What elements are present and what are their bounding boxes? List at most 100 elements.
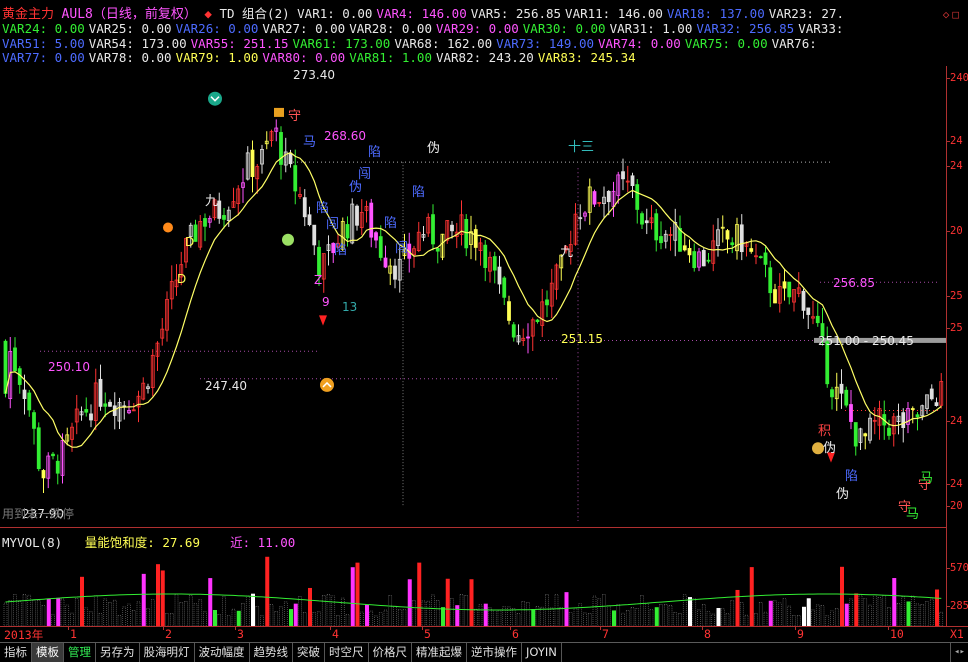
toolbar-tab[interactable]: 精准起爆	[412, 643, 467, 662]
month-tick	[510, 626, 511, 630]
volume-bar	[516, 613, 521, 626]
candle-body	[307, 214, 312, 226]
td-label[interactable]: TD	[219, 6, 234, 21]
price-range-label: 251.00 - 250.45	[818, 334, 914, 348]
tab-scroll-icon[interactable]: ◂▸	[950, 643, 968, 662]
signal-glyph: 陷	[384, 216, 397, 231]
volume-bar	[549, 607, 554, 626]
volume-bar	[265, 556, 270, 626]
price-axis[interactable]: 240 24 24 20 25 25 24 24 20 570 285	[946, 66, 968, 626]
toolbar-tab[interactable]: JOYIN	[522, 643, 562, 662]
volume-bar	[754, 613, 758, 626]
candle-body	[483, 244, 488, 268]
candle-body	[725, 230, 730, 240]
volume-bar	[179, 602, 184, 626]
volume-bar	[825, 615, 830, 626]
volume-bar	[815, 604, 820, 626]
volume-bar	[469, 579, 474, 626]
toolbar-tab[interactable]: 管理	[64, 643, 96, 662]
month-label: 6	[512, 627, 519, 641]
volume-bar	[526, 602, 530, 626]
candlestick-chart[interactable]: 273.40 268.60 256.85 251.00 - 250.45 251.15 2…	[0, 66, 946, 526]
pane-divider[interactable]	[0, 527, 946, 528]
orange-fruit-icon	[163, 222, 173, 233]
signal-glyph: 陷	[845, 469, 858, 484]
restore-icon[interactable]: ◇	[943, 8, 953, 21]
volume-bar	[892, 578, 897, 626]
toolbar-tab[interactable]: 时空尺	[325, 643, 369, 662]
candle-body	[758, 256, 763, 259]
var-value: VAR33:	[798, 21, 844, 36]
volume-bar	[840, 566, 844, 626]
close-icon[interactable]: □	[952, 8, 962, 21]
candle-body	[55, 460, 60, 474]
signal-glyph: 马	[920, 471, 933, 486]
td-icon[interactable]: ◆	[204, 6, 212, 21]
candle-body	[678, 228, 682, 252]
volume-bar	[445, 578, 450, 626]
signal-glyph: 伪	[823, 441, 836, 456]
volume-bar	[863, 598, 868, 626]
candle-body	[730, 242, 735, 246]
toolbar-tab[interactable]: 逆市操作	[467, 643, 522, 662]
month-tick	[600, 626, 601, 630]
toolbar-tab[interactable]: 波动幅度	[195, 643, 250, 662]
candle-body	[682, 245, 687, 251]
toolbar-tab[interactable]: 股海明灯	[140, 643, 195, 662]
toolbar-tab[interactable]: 突破	[293, 643, 325, 662]
candle-body	[103, 403, 108, 407]
candle-body	[825, 341, 830, 385]
volume-bar	[554, 593, 559, 626]
month-tick	[795, 626, 796, 630]
time-axis[interactable]: 2013年 X1 1 2 3 4 5 6 7 8 9 10	[0, 626, 968, 642]
signal-glyph: 闯	[326, 217, 339, 232]
candle-body	[863, 433, 868, 437]
volume-bar	[749, 567, 754, 626]
toolbar-tab[interactable]: 价格尺	[369, 643, 412, 662]
toolbar-tab[interactable]: 指标	[0, 643, 32, 662]
volume-bar	[283, 601, 288, 626]
candle-body	[768, 267, 773, 294]
year-label: 2013年	[4, 628, 44, 642]
toolbar-tab[interactable]: 模板	[32, 643, 64, 662]
volume-bar	[531, 608, 536, 626]
toolbar-tab[interactable]: 另存为	[96, 643, 140, 662]
month-tick	[330, 626, 331, 630]
chevron-down-icon[interactable]	[208, 91, 222, 106]
toolbar-tab[interactable]: 趋势线	[250, 643, 293, 662]
volume-bar	[74, 598, 79, 626]
volume-bar	[587, 613, 592, 626]
flag-icon	[274, 107, 284, 117]
candle-body	[492, 256, 497, 271]
volume-bar	[929, 598, 934, 626]
candle-body	[3, 340, 8, 394]
volume-bar	[331, 595, 336, 626]
indicator-title[interactable]: 黄金主力	[2, 7, 54, 22]
volume-bar	[758, 602, 763, 626]
var-value: VAR81: 1.00	[349, 50, 432, 65]
candles	[3, 119, 944, 494]
candle-body	[706, 259, 711, 262]
candle-body	[692, 251, 697, 269]
volume-bar	[41, 605, 46, 626]
chevron-up-icon[interactable]	[320, 377, 334, 392]
volume-bar	[697, 609, 701, 626]
volume-bar	[146, 607, 150, 626]
price-tick-label: 240	[950, 72, 968, 84]
volume-bar	[51, 614, 55, 626]
volume-bar	[673, 612, 678, 626]
volume-bar	[383, 609, 388, 626]
var-value: VAR76:	[771, 36, 817, 51]
volume-bar	[635, 608, 640, 626]
chart-labels: 273.40 268.60 256.85 251.00 - 250.45 251.15 2…	[22, 68, 933, 522]
volume-bar	[397, 608, 402, 626]
volume-bar	[497, 610, 502, 626]
zoom-label[interactable]: X1	[950, 627, 964, 641]
combo-label[interactable]: 组合(2)	[242, 6, 290, 21]
volume-bar	[464, 595, 469, 626]
candle-body	[511, 324, 516, 338]
volume-chart[interactable]	[0, 548, 946, 626]
volume-bar	[716, 608, 721, 626]
volume-bar	[388, 595, 393, 626]
candle-body	[640, 213, 644, 225]
